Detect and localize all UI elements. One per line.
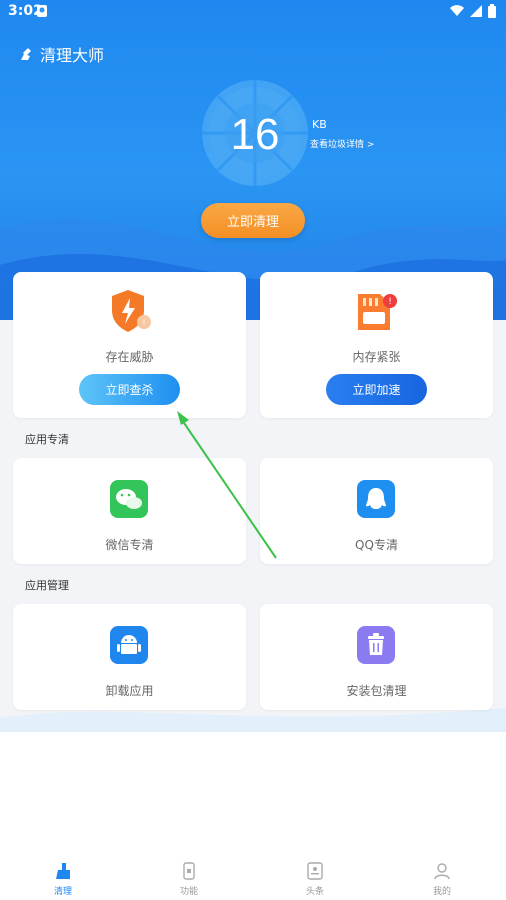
junk-size-unit: KB bbox=[312, 118, 327, 131]
scan-kill-now-button[interactable]: 立即查杀 bbox=[79, 374, 180, 405]
phone-icon bbox=[183, 862, 195, 880]
tab-features[interactable]: 功能 bbox=[159, 862, 219, 897]
app-title-bar: 清理大师 bbox=[20, 42, 104, 66]
uninstall-apps-card[interactable]: 卸载应用 bbox=[13, 604, 246, 710]
android-icon bbox=[110, 626, 148, 664]
signal-icon bbox=[470, 5, 482, 17]
app-title: 清理大师 bbox=[40, 46, 105, 65]
apk-clean-label: 安装包清理 bbox=[346, 684, 407, 698]
memory-card: ! 内存紧张 立即加速 bbox=[260, 272, 493, 418]
app-clean-section-title: 应用专清 bbox=[25, 433, 69, 446]
view-junk-details-link[interactable]: 查看垃圾详情 > bbox=[310, 137, 374, 150]
qq-clean-label: QQ专清 bbox=[355, 538, 398, 552]
junk-size-value: 16 bbox=[230, 110, 280, 159]
apk-clean-card[interactable]: 安装包清理 bbox=[260, 604, 493, 710]
status-bar: 3:02 bbox=[0, 0, 506, 24]
tab-news-label: 头条 bbox=[305, 887, 324, 897]
speed-up-now-button[interactable]: 立即加速 bbox=[326, 374, 427, 405]
wechat-clean-card[interactable]: 微信专清 bbox=[13, 458, 246, 564]
memory-card-label: 内存紧张 bbox=[352, 350, 401, 364]
notification-icon bbox=[37, 5, 47, 17]
wifi-icon bbox=[450, 5, 464, 17]
tab-profile[interactable]: 我的 bbox=[412, 862, 472, 897]
memory-card-icon: ! bbox=[358, 294, 397, 330]
tab-clean[interactable]: 清理 bbox=[33, 862, 93, 897]
broom-logo-icon bbox=[21, 48, 31, 60]
news-icon bbox=[307, 862, 323, 880]
trash-icon bbox=[357, 626, 395, 664]
app-manage-section-title: 应用管理 bbox=[25, 579, 69, 592]
clean-now-button[interactable]: 立即清理 bbox=[201, 203, 305, 238]
uninstall-apps-label: 卸载应用 bbox=[105, 684, 154, 698]
svg-text:!: ! bbox=[142, 318, 145, 327]
qq-icon bbox=[357, 480, 395, 518]
wechat-icon bbox=[110, 480, 148, 518]
person-icon bbox=[434, 863, 450, 880]
tab-news[interactable]: 头条 bbox=[285, 862, 345, 897]
threat-card: ! 存在威胁 立即查杀 bbox=[13, 272, 246, 418]
threat-card-label: 存在威胁 bbox=[105, 350, 154, 364]
svg-text:!: ! bbox=[388, 297, 392, 307]
tab-profile-label: 我的 bbox=[432, 887, 451, 897]
tab-clean-label: 清理 bbox=[53, 887, 72, 897]
tab-features-label: 功能 bbox=[179, 887, 198, 897]
bottom-tab-bar: 清理 功能 头条 我的 bbox=[0, 850, 506, 900]
broom-icon bbox=[56, 863, 70, 879]
qq-clean-card[interactable]: QQ专清 bbox=[260, 458, 493, 564]
shield-bolt-icon: ! bbox=[112, 290, 151, 332]
battery-icon bbox=[488, 4, 496, 18]
wechat-clean-label: 微信专清 bbox=[105, 538, 154, 552]
